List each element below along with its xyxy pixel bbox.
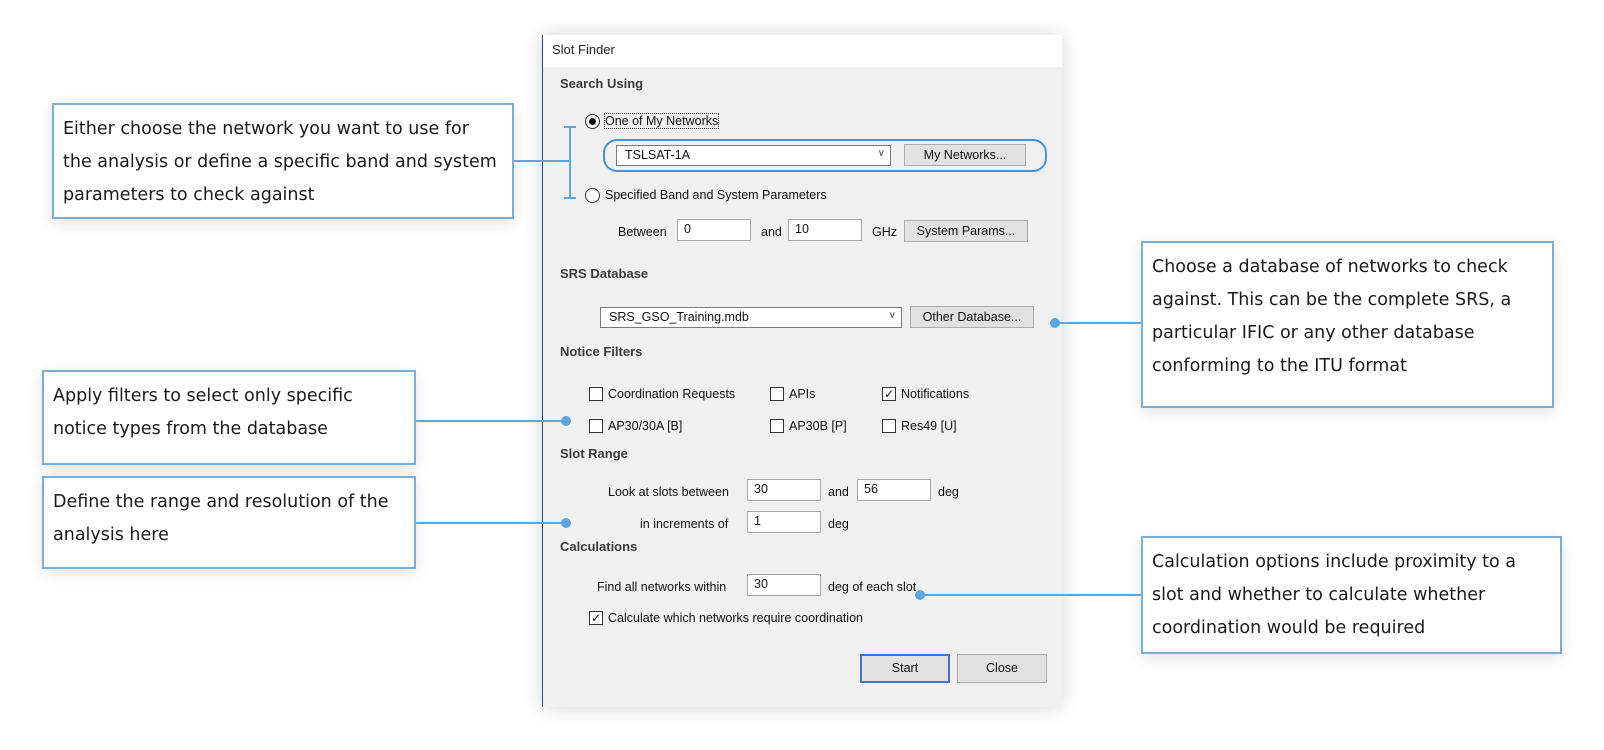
callout-calculations: Calculation options include proximity to… bbox=[1141, 536, 1562, 654]
between-label: Between bbox=[618, 225, 667, 239]
start-button[interactable]: Start bbox=[860, 654, 950, 683]
my-networks-button[interactable]: My Networks... bbox=[904, 144, 1026, 166]
radio-selected-dot bbox=[589, 118, 596, 125]
system-params-button[interactable]: System Params... bbox=[904, 220, 1028, 242]
checkbox-coordination-requests[interactable] bbox=[589, 387, 603, 401]
label-ap30-30a[interactable]: AP30/30A [B] bbox=[608, 419, 682, 433]
bracket-bottom bbox=[564, 197, 576, 199]
callout-database: Choose a database of networks to check a… bbox=[1141, 241, 1554, 408]
radio-label-networks[interactable]: One of My Networks bbox=[603, 113, 720, 129]
look-at-slots-label: Look at slots between bbox=[608, 485, 729, 499]
radio-label-band[interactable]: Specified Band and System Parameters bbox=[605, 188, 827, 202]
label-apis[interactable]: APIs bbox=[789, 387, 815, 401]
other-database-button[interactable]: Other Database... bbox=[910, 306, 1034, 328]
slot-finder-dialog: Slot Finder Search Using One of My Netwo… bbox=[542, 35, 1062, 707]
and-label: and bbox=[761, 225, 782, 239]
find-networks-label: Find all networks within bbox=[597, 580, 727, 594]
checkbox-ap30b[interactable] bbox=[770, 419, 784, 433]
connector-dot bbox=[561, 518, 571, 528]
dialog-left-border bbox=[542, 35, 543, 707]
window-title: Slot Finder bbox=[552, 42, 615, 57]
label-notifications[interactable]: Notifications bbox=[901, 387, 969, 401]
ghz-label: GHz bbox=[872, 225, 897, 239]
connector-dot bbox=[915, 590, 925, 600]
srs-database-header: SRS Database bbox=[560, 266, 649, 281]
chevron-down-icon: ∨ bbox=[877, 148, 885, 159]
callout-network-choice: Either choose the network you want to us… bbox=[52, 103, 514, 219]
connector-line bbox=[416, 522, 566, 524]
label-coordination-requests[interactable]: Coordination Requests bbox=[608, 387, 735, 401]
checkmark-icon: ✓ bbox=[590, 611, 602, 625]
notice-filters-header: Notice Filters bbox=[560, 344, 643, 359]
bracket-line bbox=[569, 126, 571, 198]
label-res49[interactable]: Res49 [U] bbox=[901, 419, 957, 433]
increment-deg-label: deg bbox=[828, 517, 849, 531]
checkbox-calculate-coordination[interactable]: ✓ bbox=[589, 611, 603, 625]
freq-to-input[interactable]: 10 bbox=[788, 219, 862, 241]
title-bar: Slot Finder bbox=[542, 35, 1062, 67]
radio-specified-band[interactable] bbox=[585, 188, 600, 203]
freq-from-input[interactable]: 0 bbox=[677, 219, 751, 241]
slot-from-input[interactable]: 30 bbox=[747, 479, 821, 501]
callout-range: Define the range and resolution of the a… bbox=[42, 476, 416, 569]
calculations-header: Calculations bbox=[560, 539, 638, 554]
slot-range-header: Slot Range bbox=[560, 446, 628, 461]
slot-and-label: and bbox=[828, 485, 849, 499]
label-calculate-coordination[interactable]: Calculate which networks require coordin… bbox=[608, 611, 863, 625]
checkbox-res49[interactable] bbox=[882, 419, 896, 433]
connector-line bbox=[920, 594, 1142, 596]
connector-dot bbox=[1050, 318, 1060, 328]
increment-input[interactable]: 1 bbox=[747, 511, 821, 533]
callout-filters: Apply filters to select only specific no… bbox=[42, 370, 416, 465]
checkmark-icon: ✓ bbox=[883, 387, 895, 401]
deg-of-each-slot-label: deg of each slot bbox=[828, 580, 917, 594]
network-select[interactable]: TSLSAT-1A ∨ bbox=[616, 145, 891, 166]
database-select[interactable]: SRS_GSO_Training.mdb ∨ bbox=[600, 307, 902, 328]
slot-to-input[interactable]: 56 bbox=[857, 479, 931, 501]
label-ap30b[interactable]: AP30B [P] bbox=[789, 419, 847, 433]
search-using-header: Search Using bbox=[560, 76, 644, 91]
checkbox-ap30-30a[interactable] bbox=[589, 419, 603, 433]
connector-line bbox=[514, 160, 570, 162]
connector-line bbox=[416, 420, 566, 422]
chevron-down-icon: ∨ bbox=[888, 310, 896, 321]
increments-label: in increments of bbox=[640, 517, 729, 531]
close-button[interactable]: Close bbox=[957, 654, 1047, 683]
within-deg-input[interactable]: 30 bbox=[747, 574, 821, 596]
checkbox-apis[interactable] bbox=[770, 387, 784, 401]
checkbox-notifications[interactable]: ✓ bbox=[882, 387, 896, 401]
database-select-value: SRS_GSO_Training.mdb bbox=[609, 310, 749, 324]
slot-deg-label: deg bbox=[938, 485, 959, 499]
network-select-value: TSLSAT-1A bbox=[625, 148, 691, 162]
connector-line bbox=[1055, 322, 1142, 324]
bracket-top bbox=[564, 126, 576, 128]
connector-dot bbox=[561, 416, 571, 426]
radio-one-of-my-networks[interactable] bbox=[585, 114, 600, 129]
